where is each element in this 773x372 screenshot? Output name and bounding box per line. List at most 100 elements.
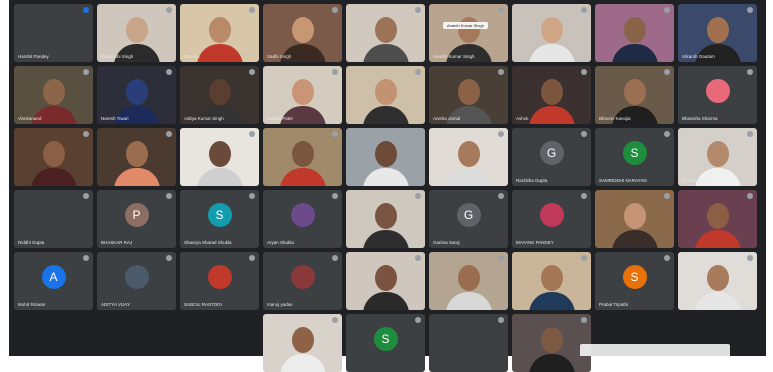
participant-video-face (706, 202, 729, 229)
participant-name: Shaurya Sharad Shukla (184, 240, 232, 245)
participant-name: Garima Saroj (433, 240, 460, 245)
participant-tile[interactable] (180, 314, 259, 372)
mic-muted-icon (581, 7, 587, 13)
participant-tile[interactable]: P BHASKAR RAJ (97, 190, 176, 248)
participant-tile[interactable] (429, 252, 508, 310)
participant-avatar: S (622, 265, 647, 289)
participant-video-body (445, 168, 492, 186)
participant-video-face (540, 16, 563, 43)
participant-tile[interactable] (263, 314, 342, 372)
participant-avatar (705, 79, 730, 103)
participant-video-face (540, 326, 563, 353)
mic-muted-icon (747, 69, 753, 75)
mic-muted-icon (664, 69, 670, 75)
participant-avatar (41, 203, 66, 227)
participant-tile[interactable]: manoj yadav (263, 252, 342, 310)
participant-video-face (706, 264, 729, 291)
participant-tile[interactable]: Harshit Pandey (14, 4, 93, 62)
participant-tile[interactable] (346, 190, 425, 248)
mic-muted-icon (415, 69, 421, 75)
mic-muted-icon (415, 255, 421, 261)
participant-tile[interactable]: Divyanshi Singh (97, 4, 176, 62)
participant-avatar (456, 327, 481, 351)
participant-tile[interactable]: Riddhi Gupta (14, 190, 93, 248)
participant-tile[interactable]: S Prabal Tripathi (595, 252, 674, 310)
pinned-name-chip: Ananth Kumar Singh (443, 22, 488, 29)
participant-tile[interactable]: Aryan Shukla (263, 190, 342, 248)
participant-video-face (291, 140, 314, 167)
participant-tile[interactable]: Anisha Jamal (429, 66, 508, 124)
participant-tile[interactable] (97, 128, 176, 186)
participant-tile[interactable]: Bhoomi Kanojia (595, 66, 674, 124)
participant-name: Mohd Rizwan (18, 302, 46, 307)
participant-tile[interactable]: Sadhi Singh (263, 4, 342, 62)
participant-name: SAMRIDDHI NARAYAN (599, 178, 647, 183)
participant-name: Rachitha Gupta (516, 178, 548, 183)
participant-name: YASHASVI DIXIT (682, 178, 717, 183)
participant-video-body (362, 292, 409, 310)
participant-tile[interactable]: Ananth Kumar Singh Ananth Kumar Singh (429, 4, 508, 62)
mic-muted-icon (166, 193, 172, 199)
participant-video-body (611, 44, 658, 62)
participant-tile[interactable]: Vivekanand (14, 66, 93, 124)
participant-tile[interactable]: S SAMRIDDHI NARAYAN (595, 128, 674, 186)
mic-muted-icon (332, 131, 338, 137)
participant-tile[interactable] (595, 190, 674, 248)
participant-tile[interactable] (429, 128, 508, 186)
participant-tile[interactable] (180, 128, 259, 186)
mic-muted-icon (332, 7, 338, 13)
participant-video-face (42, 78, 65, 105)
participant-name: Prabal Tripathi (599, 302, 629, 307)
participant-tile[interactable] (346, 4, 425, 62)
mic-muted-icon (664, 7, 670, 13)
participant-video-body (528, 292, 575, 310)
participant-video-body (279, 354, 326, 372)
meeting-grid-frame: Harshit Pandey Divyanshi Singh TULIKA Sadhi… (9, 0, 766, 372)
participant-tile[interactable]: Ashok (512, 66, 591, 124)
participant-tile[interactable]: G Garima Saroj (429, 190, 508, 248)
participant-name: ADITYA VIJAY (101, 302, 131, 307)
participant-video-body (362, 106, 409, 124)
participant-tile[interactable] (346, 252, 425, 310)
participant-avatar: S (622, 141, 647, 165)
participant-tile[interactable]: YASHASVI DIXIT (678, 128, 757, 186)
participant-tile[interactable]: S Shaurya Sharad Shukla (180, 190, 259, 248)
mic-muted-icon (249, 131, 255, 137)
participant-video-body (362, 230, 409, 248)
participant-name: Ananth Kumar Singh (433, 54, 475, 59)
participant-tile[interactable]: ADITYA VIJAY (97, 252, 176, 310)
participant-tile[interactable]: SUBOLI RASTOGI (180, 252, 259, 310)
participant-video-face (457, 78, 480, 105)
participant-tile[interactable]: Bhavisha Sharma (678, 66, 757, 124)
participant-tile[interactable]: A Mohd Rizwan (14, 252, 93, 310)
participant-avatar (124, 265, 149, 289)
participant-video-body (279, 168, 326, 186)
participant-tile[interactable]: Aditya Kumar Singh (180, 66, 259, 124)
participant-tile[interactable] (429, 314, 508, 372)
participant-tile[interactable] (595, 314, 674, 372)
participant-tile[interactable]: TULIKA (180, 4, 259, 62)
participant-tile[interactable] (346, 66, 425, 124)
mic-muted-icon (83, 193, 89, 199)
participant-tile[interactable] (678, 190, 757, 248)
participant-tile[interactable]: G Rachitha Gupta (512, 128, 591, 186)
participant-tile[interactable]: Utkarsh Gautam (678, 4, 757, 62)
participant-avatar: S (373, 327, 398, 351)
participant-name: Bhavisha Sharma (682, 116, 718, 121)
mic-muted-icon (415, 131, 421, 137)
participant-tile[interactable]: Naresh Tiwari (97, 66, 176, 124)
participant-tile[interactable]: Suhani Patel (263, 66, 342, 124)
participant-tile[interactable] (346, 128, 425, 186)
participant-tile[interactable] (595, 4, 674, 62)
mic-muted-icon (747, 131, 753, 137)
participant-tile[interactable] (263, 128, 342, 186)
participant-avatar (290, 203, 315, 227)
participant-tile[interactable] (678, 252, 757, 310)
participant-tile[interactable]: S (346, 314, 425, 372)
participant-tile[interactable]: MAYANK PANDEY (512, 190, 591, 248)
participant-avatar: G (539, 141, 564, 165)
participant-tile[interactable] (512, 4, 591, 62)
participant-tile[interactable] (512, 314, 591, 372)
participant-tile[interactable] (512, 252, 591, 310)
participant-tile[interactable] (14, 128, 93, 186)
